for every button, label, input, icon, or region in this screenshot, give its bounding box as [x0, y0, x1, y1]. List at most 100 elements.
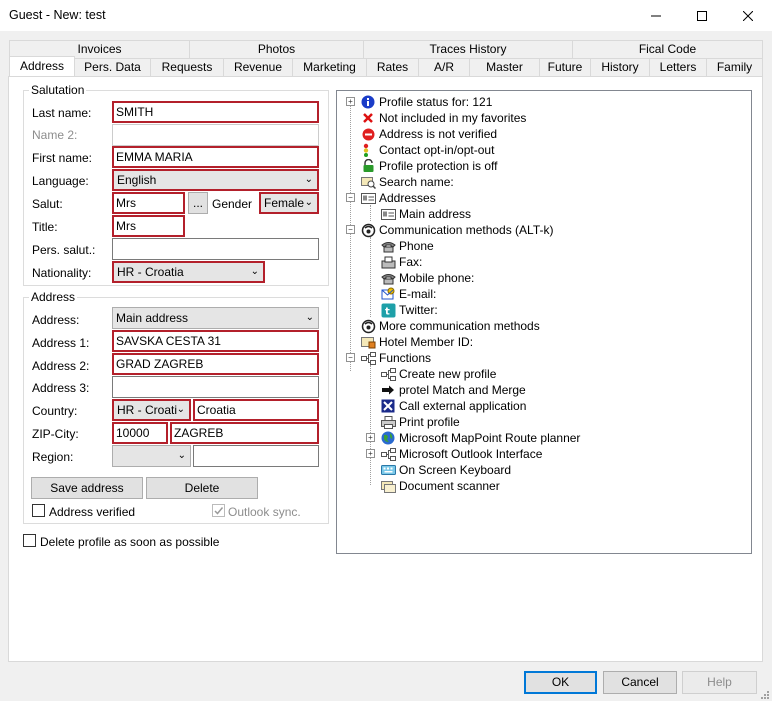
address-type-select[interactable]: Main address ⌄: [112, 307, 319, 329]
tree-item-outlook[interactable]: Microsoft Outlook Interface: [380, 446, 542, 462]
address2-field[interactable]: GRAD ZAGREB: [112, 353, 319, 375]
tree-item-external-app[interactable]: Call external application: [380, 398, 526, 414]
tab-ar[interactable]: A/R: [418, 58, 470, 77]
chevron-down-icon: ⌄: [250, 266, 259, 277]
phone-icon: [380, 238, 396, 254]
lock-open-icon: [360, 158, 376, 174]
salut-browse-button[interactable]: ...: [188, 192, 208, 214]
chevron-down-icon: ⌄: [304, 174, 313, 185]
name2-field[interactable]: [112, 124, 319, 146]
tree-item-profile-status[interactable]: Profile status for: 121: [360, 94, 492, 110]
expand-icon[interactable]: +: [366, 433, 375, 442]
checkmark-icon: [214, 507, 224, 515]
functions-icon: [360, 350, 376, 366]
tree-item-search-name[interactable]: Search name:: [360, 174, 454, 190]
address-tab-panel: Salutation Last name: SMITH Name 2: Firs…: [8, 76, 763, 662]
gender-select[interactable]: Female ⌄: [259, 192, 319, 214]
collapse-icon[interactable]: −: [346, 193, 355, 202]
email-icon: [380, 286, 396, 302]
tab-row-top: Invoices Photos Traces History Fical Cod…: [9, 40, 763, 59]
phone-icon: [380, 270, 396, 286]
collapse-icon[interactable]: −: [346, 353, 355, 362]
tree-item-mobile-phone[interactable]: Mobile phone:: [380, 270, 474, 286]
tab-marketing[interactable]: Marketing: [292, 58, 367, 77]
collapse-icon[interactable]: −: [346, 225, 355, 234]
tree-item-keyboard[interactable]: On Screen Keyboard: [380, 462, 511, 478]
tree-item-contact-opt[interactable]: Contact opt-in/opt-out: [360, 142, 494, 158]
resize-grip-icon[interactable]: [758, 688, 770, 700]
tab-master[interactable]: Master: [469, 58, 540, 77]
tab-traces-history[interactable]: Traces History: [363, 40, 573, 59]
cancel-button[interactable]: Cancel: [603, 671, 677, 694]
country-code-value: HR - Croati: [117, 403, 178, 417]
pers-salut-field[interactable]: [112, 238, 319, 260]
tab-letters[interactable]: Letters: [649, 58, 707, 77]
tab-photos[interactable]: Photos: [189, 40, 364, 59]
last-name-field[interactable]: SMITH: [112, 101, 319, 123]
tab-history[interactable]: History: [590, 58, 650, 77]
tab-future[interactable]: Future: [539, 58, 591, 77]
tree-item-profile-protection[interactable]: Profile protection is off: [360, 158, 498, 174]
gender-label: Gender: [212, 197, 253, 211]
expand-icon[interactable]: +: [366, 449, 375, 458]
delete-profile-checkbox[interactable]: [23, 534, 36, 547]
region-select[interactable]: ⌄: [112, 445, 191, 467]
maximize-button[interactable]: [679, 0, 725, 31]
expand-icon[interactable]: +: [346, 97, 355, 106]
tree-item-mappoint[interactable]: Microsoft MapPoint Route planner: [380, 430, 580, 446]
tab-revenue[interactable]: Revenue: [223, 58, 293, 77]
tree-item-addresses[interactable]: Addresses: [360, 190, 436, 206]
search-card-icon: [360, 174, 376, 190]
salut-field[interactable]: Mrs: [112, 192, 185, 214]
country-select[interactable]: HR - Croati ⌄: [112, 399, 191, 421]
tree-item-main-address[interactable]: Main address: [380, 206, 471, 222]
pers-salut-label: Pers. salut.:: [32, 243, 96, 257]
tree-item-communication-methods[interactable]: Communication methods (ALT-k): [360, 222, 554, 238]
minimize-button[interactable]: [633, 0, 679, 31]
tree-item-favorites[interactable]: Not included in my favorites: [360, 110, 526, 126]
tree-item-email[interactable]: E-mail:: [380, 286, 436, 302]
first-name-field[interactable]: EMMA MARIA: [112, 146, 319, 168]
tab-rates[interactable]: Rates: [366, 58, 419, 77]
delete-address-button[interactable]: Delete: [146, 477, 258, 499]
region-text-field[interactable]: [193, 445, 319, 467]
twitter-icon: t: [380, 302, 396, 318]
language-select[interactable]: English ⌄: [112, 169, 319, 191]
address1-field[interactable]: SAVSKA CESTA 31: [112, 330, 319, 352]
address-type-value: Main address: [116, 311, 189, 325]
help-button[interactable]: Help: [682, 671, 757, 694]
tree-item-twitter[interactable]: t Twitter:: [380, 302, 438, 318]
nationality-select[interactable]: HR - Croatia ⌄: [112, 261, 265, 283]
tree-item-match-merge[interactable]: protel Match and Merge: [380, 382, 526, 398]
city-field[interactable]: ZAGREB: [170, 422, 319, 444]
tab-fical-code[interactable]: Fical Code: [572, 40, 763, 59]
tree-item-document-scanner[interactable]: Document scanner: [380, 478, 500, 494]
tree-item-functions[interactable]: Functions: [360, 350, 431, 366]
zip-field[interactable]: 10000: [112, 422, 168, 444]
tab-requests[interactable]: Requests: [150, 58, 224, 77]
profile-tree[interactable]: + − − − + + Profile status for: 121 Not …: [336, 90, 752, 554]
gender-value: Female: [264, 196, 305, 210]
tab-address[interactable]: Address: [9, 56, 75, 77]
save-address-button[interactable]: Save address: [31, 477, 143, 499]
address1-label: Address 1:: [32, 336, 90, 350]
tree-item-phone[interactable]: Phone: [380, 238, 434, 254]
address-verified-checkbox[interactable]: [32, 504, 45, 517]
tree-item-fax[interactable]: Fax:: [380, 254, 422, 270]
ok-button[interactable]: OK: [524, 671, 597, 694]
language-value: English: [117, 173, 157, 187]
address3-field[interactable]: [112, 376, 319, 398]
close-button[interactable]: [725, 0, 771, 31]
outlook-sync-checkbox[interactable]: [212, 504, 225, 517]
country-name-field[interactable]: Croatia: [193, 399, 319, 421]
tab-family[interactable]: Family: [706, 58, 763, 77]
tree-item-hotel-member-id[interactable]: Hotel Member ID:: [360, 334, 473, 350]
tree-item-address-not-verified[interactable]: Address is not verified: [360, 126, 497, 142]
arrow-right-icon: [380, 382, 396, 398]
title-field[interactable]: Mrs: [112, 215, 185, 237]
close-icon: [743, 10, 753, 21]
tree-item-more-communication[interactable]: More communication methods: [360, 318, 540, 334]
tree-item-create-new-profile[interactable]: Create new profile: [380, 366, 496, 382]
tree-item-print-profile[interactable]: Print profile: [380, 414, 460, 430]
tab-pers-data[interactable]: Pers. Data: [74, 58, 151, 77]
